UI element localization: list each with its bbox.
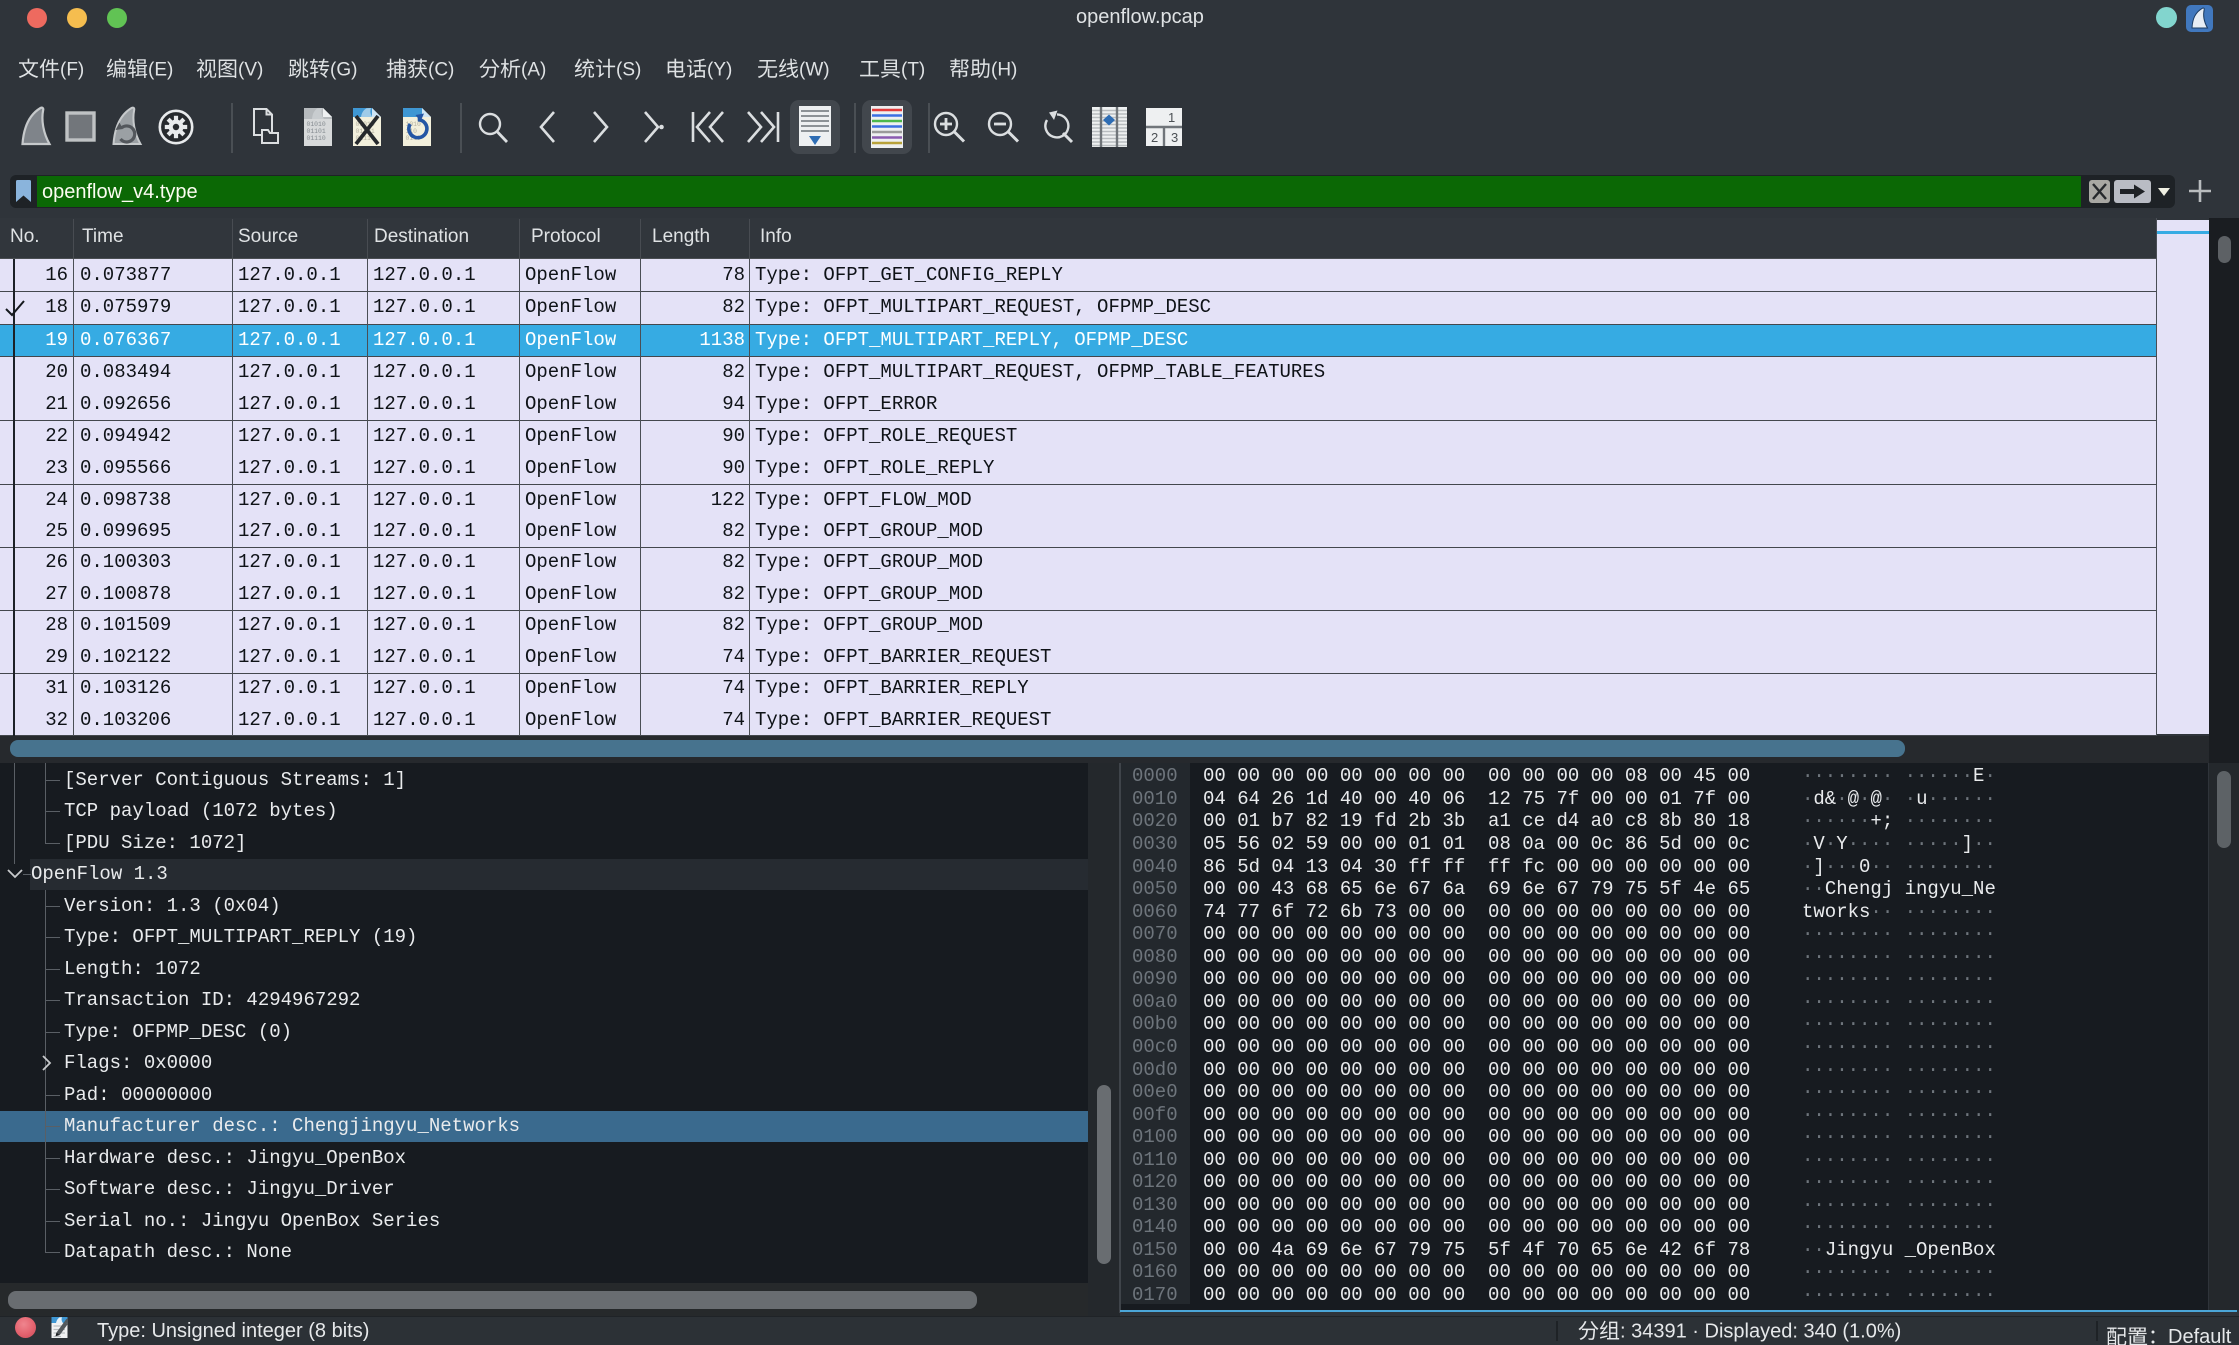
svg-text:1: 1 [1168, 110, 1175, 125]
svg-text:01110: 01110 [307, 135, 326, 142]
svg-text:2: 2 [1151, 130, 1158, 145]
svg-text:01010: 01010 [307, 121, 326, 128]
svg-text:01101: 01101 [307, 128, 326, 135]
svg-text:3: 3 [1171, 130, 1178, 145]
